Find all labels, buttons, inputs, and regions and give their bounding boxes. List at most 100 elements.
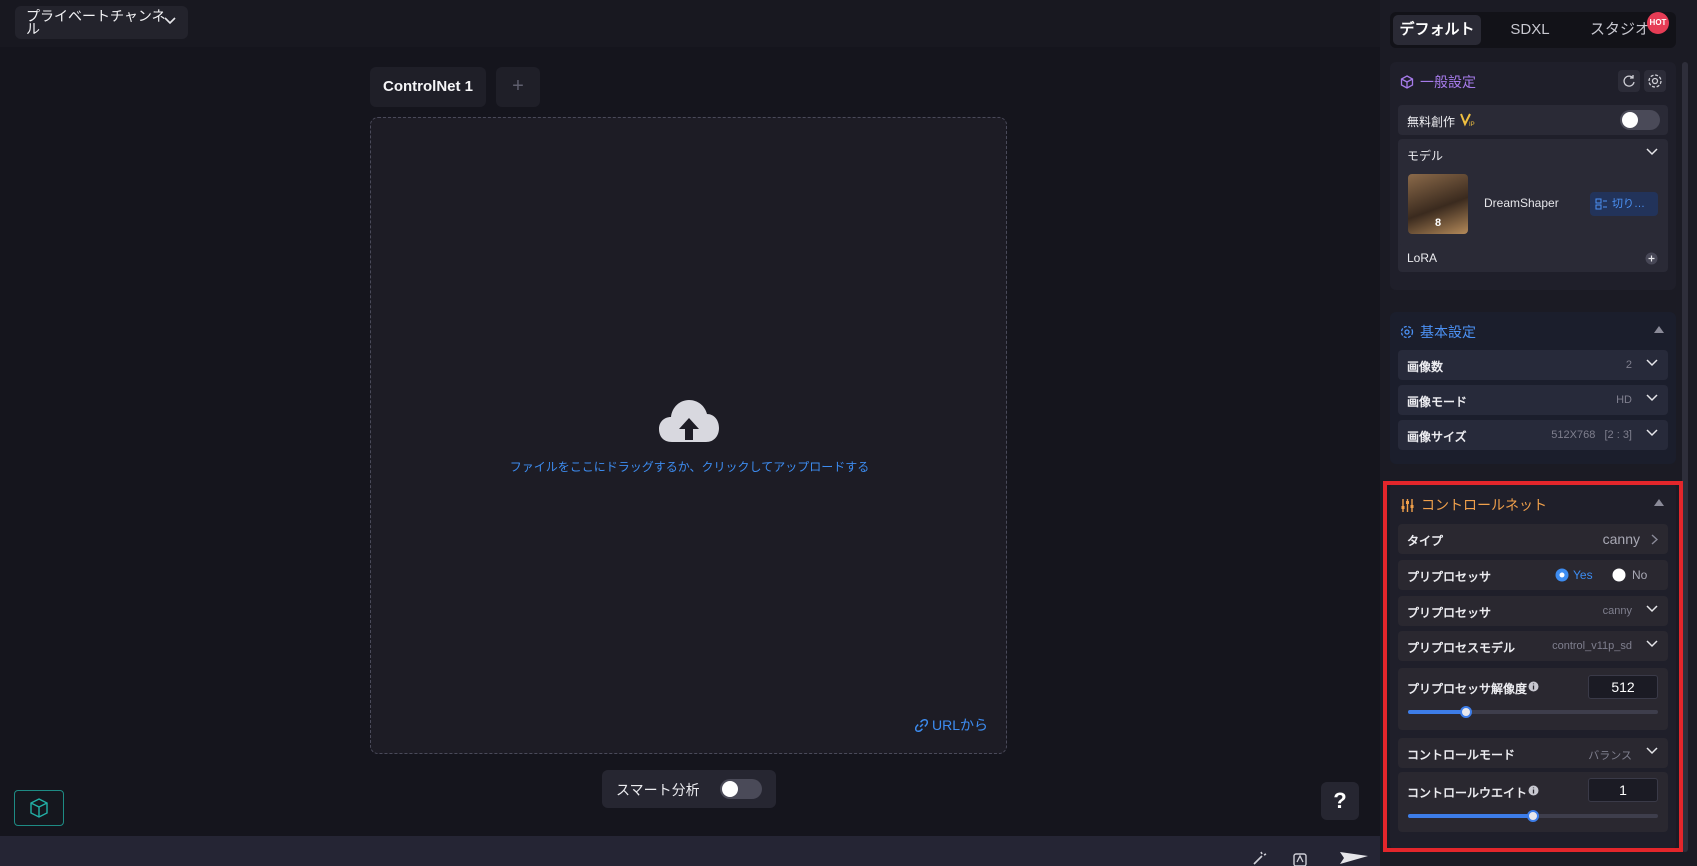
control-weight-slider[interactable] xyxy=(1408,810,1658,822)
image-count-label: 画像数 xyxy=(1407,360,1444,374)
general-settings-title: 一般設定 xyxy=(1420,74,1476,90)
top-bar xyxy=(0,0,1380,47)
channel-label: プライベートチャンネル xyxy=(26,8,166,37)
slider-fill xyxy=(1408,710,1466,714)
collapse-icon[interactable] xyxy=(1654,499,1664,506)
model-name: DreamShaper xyxy=(1484,196,1559,210)
smart-analysis-toggle[interactable] xyxy=(720,779,762,799)
smart-analysis-label: スマート分析 xyxy=(616,782,700,798)
chevron-right-icon xyxy=(1651,534,1658,545)
model-version: 8 xyxy=(1434,217,1442,229)
sidebar-scrollbar[interactable] xyxy=(1682,62,1688,852)
gear-icon xyxy=(1648,74,1662,88)
collapse-icon[interactable] xyxy=(1654,326,1664,333)
hot-badge: HOT xyxy=(1647,12,1669,34)
control-weight-row: コントロールウエイト 1 xyxy=(1398,772,1668,832)
radio-selected-icon xyxy=(1555,568,1569,582)
chevron-down-icon xyxy=(1646,394,1658,402)
free-creation-toggle[interactable] xyxy=(1620,110,1660,130)
prompt-action-icons xyxy=(1253,851,1368,866)
translate-icon xyxy=(1293,853,1307,866)
image-mode-label: 画像モード xyxy=(1407,395,1468,409)
url-upload-link[interactable]: URLから xyxy=(914,715,988,735)
type-row[interactable]: タイプ canny xyxy=(1398,524,1668,554)
switch-model-button[interactable]: 切り… xyxy=(1590,192,1658,216)
preprocessor-label: プリプロセッサ xyxy=(1407,606,1492,620)
image-mode-value: HD xyxy=(1616,394,1632,406)
radio-no[interactable]: No xyxy=(1612,568,1647,582)
control-weight-input[interactable]: 1 xyxy=(1588,778,1658,802)
image-mode-row[interactable]: 画像モード HD xyxy=(1398,385,1668,415)
control-mode-label: コントロールモード xyxy=(1407,748,1516,762)
plus-circle-icon[interactable] xyxy=(1645,252,1658,265)
resolution-label: プリプロセッサ解像度 xyxy=(1407,682,1528,696)
preprocessor-value: canny xyxy=(1602,605,1632,617)
general-settings-panel: 一般設定 無料創作 IP モデル 8 DreamShaper 切り… LoRA xyxy=(1390,62,1676,290)
preprocessor-toggle-label: プリプロセッサ xyxy=(1407,570,1492,584)
radio-yes-label: Yes xyxy=(1573,568,1593,582)
image-size-row[interactable]: 画像サイズ 512X768 [2 : 3] xyxy=(1398,420,1668,450)
info-icon[interactable] xyxy=(1528,681,1539,692)
control-mode-row[interactable]: コントロールモード バランス xyxy=(1398,738,1668,768)
tab-controlnet-1[interactable]: ControlNet 1 xyxy=(370,67,486,107)
lora-row[interactable]: LoRA xyxy=(1398,244,1668,272)
image-count-value: 2 xyxy=(1625,359,1632,371)
gear-icon xyxy=(1400,325,1414,339)
type-label: タイプ xyxy=(1407,534,1444,548)
info-icon[interactable] xyxy=(1528,785,1539,796)
image-size-value: 512X768 [2 : 3] xyxy=(1551,429,1632,441)
svg-text:IP: IP xyxy=(1469,122,1475,128)
channel-selector[interactable]: プライベートチャンネル xyxy=(15,6,188,39)
controlnet-title: コントロールネット xyxy=(1421,497,1547,513)
preprocess-model-row[interactable]: プリプロセスモデル control_v11p_sd xyxy=(1398,631,1668,661)
controlnet-panel: コントロールネット タイプ canny プリプロセッサ Yes No プリプロセ… xyxy=(1390,482,1676,850)
model-label: モデル xyxy=(1407,149,1444,163)
toggle-knob xyxy=(1622,112,1638,128)
image-size-label: 画像サイズ xyxy=(1407,430,1467,444)
resolution-slider[interactable] xyxy=(1408,706,1658,718)
help-button[interactable]: ? xyxy=(1321,782,1359,820)
preprocessor-row[interactable]: プリプロセッサ canny xyxy=(1398,596,1668,626)
refresh-icon xyxy=(1623,75,1635,87)
upload-instruction: ファイルをここにドラッグするか、クリックしてアップロードする xyxy=(509,460,870,474)
slider-handle[interactable] xyxy=(1527,810,1539,822)
basic-settings-header: 基本設定 xyxy=(1400,322,1476,342)
resolution-input[interactable]: 512 xyxy=(1588,675,1658,699)
chevron-down-icon xyxy=(1646,359,1658,367)
cloud-upload-icon xyxy=(659,400,719,442)
tab-default[interactable]: デフォルト xyxy=(1393,15,1481,45)
general-settings-header: 一般設定 xyxy=(1400,72,1476,92)
send-icon xyxy=(1340,852,1368,864)
preprocess-model-label: プリプロセスモデル xyxy=(1407,641,1516,655)
sliders-icon xyxy=(1401,498,1414,512)
type-value: canny xyxy=(1602,531,1640,547)
magic-wand-icon xyxy=(1253,851,1267,865)
radio-empty-icon xyxy=(1612,568,1626,582)
refresh-button[interactable] xyxy=(1618,70,1640,92)
free-creation-row: 無料創作 IP xyxy=(1398,105,1668,135)
switch-model-label: 切り… xyxy=(1612,198,1645,210)
add-tab-button[interactable]: + xyxy=(496,67,540,107)
upload-dropzone[interactable]: ファイルをここにドラッグするか、クリックしてアップロードする URLから xyxy=(370,117,1007,754)
radio-yes[interactable]: Yes xyxy=(1555,568,1593,582)
chevron-down-icon xyxy=(1646,640,1658,648)
slider-handle[interactable] xyxy=(1459,706,1472,718)
mode-tabs: デフォルト SDXL スタジオ xyxy=(1390,12,1676,48)
image-count-row[interactable]: 画像数 2 xyxy=(1398,350,1668,380)
chevron-down-icon xyxy=(1646,429,1658,437)
chevron-down-icon xyxy=(1646,605,1658,613)
control-mode-value: バランス xyxy=(1588,750,1632,762)
switch-icon xyxy=(1595,198,1607,210)
chevron-down-icon[interactable] xyxy=(1646,148,1658,156)
cube-icon xyxy=(30,798,48,818)
slider-fill xyxy=(1408,814,1533,818)
free-creation-label: 無料創作 xyxy=(1407,115,1456,129)
basic-settings-title: 基本設定 xyxy=(1420,324,1476,340)
bottom-prompt-bar[interactable] xyxy=(0,836,1380,866)
cube-button[interactable] xyxy=(14,790,64,826)
tab-sdxl[interactable]: SDXL xyxy=(1498,15,1562,45)
settings-button[interactable] xyxy=(1644,70,1666,92)
url-link-label: URLから xyxy=(931,717,988,733)
lora-label: LoRA xyxy=(1407,251,1438,265)
preprocessor-toggle-row: プリプロセッサ Yes No xyxy=(1398,560,1668,590)
